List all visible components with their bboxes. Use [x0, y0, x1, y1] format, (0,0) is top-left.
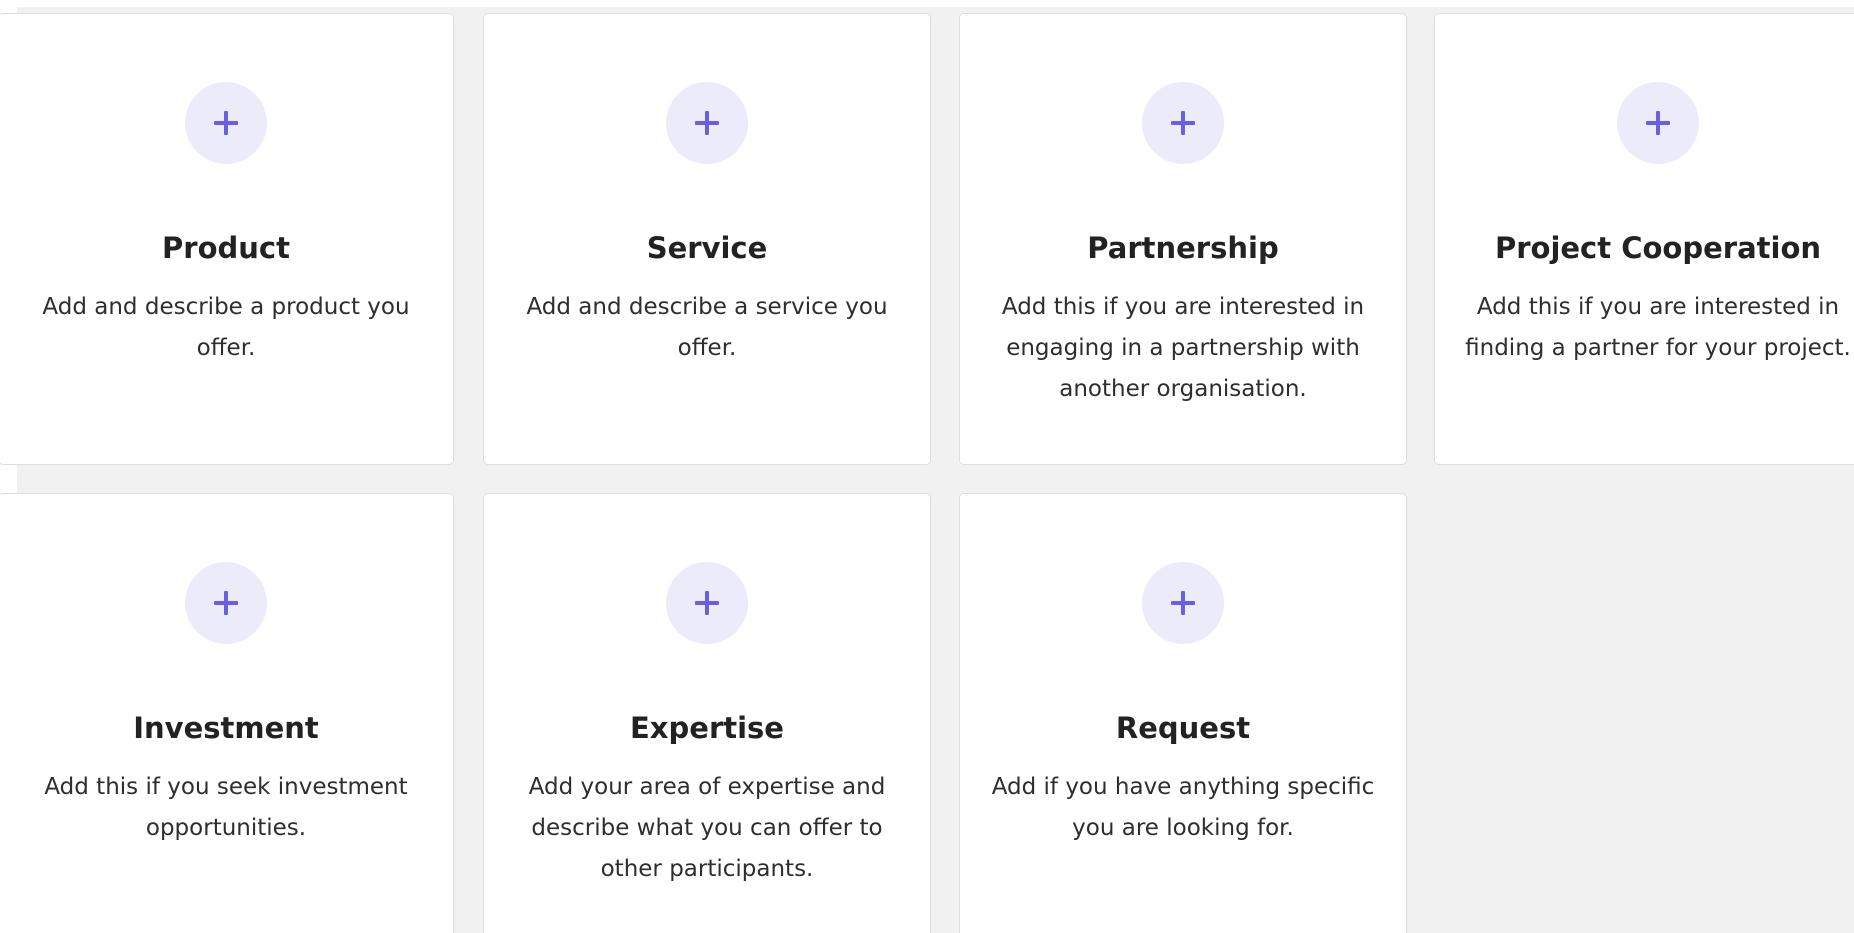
card-project-cooperation[interactable]: Project Cooperation Add this if you are …: [1434, 13, 1854, 465]
plus-icon: [1171, 111, 1195, 135]
add-button[interactable]: [1142, 562, 1224, 644]
plus-icon: [1171, 591, 1195, 615]
plus-icon: [695, 111, 719, 135]
card-description: Add this if you seek investment opportun…: [44, 774, 408, 841]
plus-icon: [214, 591, 238, 615]
plus-icon: [1646, 111, 1670, 135]
add-button[interactable]: [185, 562, 267, 644]
card-description: Add this if you are interested in engagi…: [1001, 294, 1365, 402]
add-button[interactable]: [1142, 82, 1224, 164]
card-description: Add this if you are interested in findin…: [1465, 294, 1851, 361]
add-button[interactable]: [185, 82, 267, 164]
card-partnership[interactable]: Partnership Add this if you are interest…: [959, 13, 1407, 465]
card-description: Add and describe a service you offer.: [526, 294, 888, 361]
card-title: Partnership: [1087, 231, 1279, 265]
offer-type-picker: Product Add and describe a product you o…: [0, 0, 1854, 933]
card-title: Expertise: [630, 711, 784, 745]
card-description: Add if you have anything specific you ar…: [991, 774, 1375, 841]
card-description: Add and describe a product you offer.: [42, 294, 410, 361]
card-request[interactable]: Request Add if you have anything specifi…: [959, 493, 1407, 933]
plus-icon: [214, 111, 238, 135]
card-service[interactable]: Service Add and describe a service you o…: [483, 13, 931, 465]
card-title: Project Cooperation: [1494, 231, 1822, 265]
card-title: Product: [162, 231, 290, 265]
card-title: Service: [646, 231, 768, 265]
card-title: Request: [1115, 711, 1251, 745]
add-button[interactable]: [666, 82, 748, 164]
add-button[interactable]: [1617, 82, 1699, 164]
plus-icon: [695, 591, 719, 615]
card-investment[interactable]: Investment Add this if you seek investme…: [0, 493, 454, 933]
card-title: Investment: [133, 711, 319, 745]
add-button[interactable]: [666, 562, 748, 644]
card-description: Add your area of expertise and describe …: [528, 774, 886, 882]
card-product[interactable]: Product Add and describe a product you o…: [0, 13, 454, 465]
card-expertise[interactable]: Expertise Add your area of expertise and…: [483, 493, 931, 933]
